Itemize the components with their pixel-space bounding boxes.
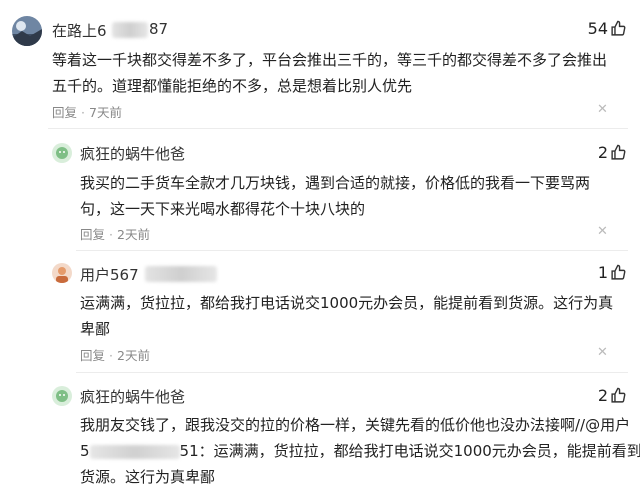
comment-username[interactable]: 在路上6: [52, 20, 107, 41]
comment-text: 等着这一千块都交得差不多了，平台会推出三千的，等三千的都交得差不多了会推出五千的…: [52, 51, 608, 95]
comment-username[interactable]: 疯狂的蜗牛他爸: [80, 386, 185, 407]
thumb-up-icon: [611, 387, 626, 403]
comment-text-line: 货源。这行为真卑鄙: [80, 468, 216, 486]
comment-text: 我买的二手货车全款才几万块钱，遇到合适的就接，价格低的我看一下要骂两句，这一天下…: [80, 174, 591, 218]
reply-button[interactable]: 回复: [80, 348, 105, 363]
comment-text: 我朋友交钱了，跟我没交的拉的价格一样，关键先看的低价他也没办法接啊//@用户 5…: [80, 412, 640, 490]
divider: [76, 250, 628, 251]
comment-text-line: 5 51：运满满，货拉拉，都给我打电话说交1000元办会员，能提前看到: [80, 442, 640, 460]
redacted-username: [112, 22, 148, 38]
comment-text: 运满满，货拉拉，都给我打电话说交1000元办会员，能提前看到货源。这行为真卑鄙: [80, 294, 614, 338]
divider: [76, 372, 628, 373]
comment-time: 2天前: [117, 348, 150, 363]
avatar[interactable]: [12, 16, 42, 46]
comment-text-line: 我朋友交钱了，跟我没交的拉的价格一样，关键先看的低价他也没办法接啊//@用户: [80, 416, 631, 434]
comment-username[interactable]: 用户567: [80, 264, 139, 285]
reply-button[interactable]: 回复: [52, 105, 77, 120]
comment-time: 7天前: [89, 105, 122, 120]
comment-meta: 回复 · 2天前: [80, 348, 150, 363]
avatar[interactable]: [52, 263, 72, 283]
comment-meta: 回复 · 2天前: [80, 227, 150, 242]
thumb-up-icon: [611, 20, 626, 36]
close-icon[interactable]: ✕: [597, 345, 608, 360]
avatar[interactable]: [52, 143, 72, 163]
thumb-up-icon: [611, 264, 626, 280]
like-count[interactable]: 2: [598, 143, 627, 162]
like-count[interactable]: 1: [598, 263, 627, 282]
divider: [48, 128, 628, 129]
avatar[interactable]: [52, 386, 72, 406]
redacted-username: [89, 444, 180, 459]
like-count[interactable]: 54: [588, 19, 627, 38]
comment-meta: 回复 · 7天前: [52, 105, 122, 120]
comment-username-tail: 87: [149, 20, 169, 38]
like-count[interactable]: 2: [598, 386, 627, 405]
comment-time: 2天前: [117, 227, 150, 242]
comment-username[interactable]: 疯狂的蜗牛他爸: [80, 143, 185, 164]
close-icon[interactable]: ✕: [597, 102, 608, 117]
reply-button[interactable]: 回复: [80, 227, 105, 242]
redacted-username: [145, 266, 217, 282]
thumb-up-icon: [611, 144, 626, 160]
close-icon[interactable]: ✕: [597, 224, 608, 239]
